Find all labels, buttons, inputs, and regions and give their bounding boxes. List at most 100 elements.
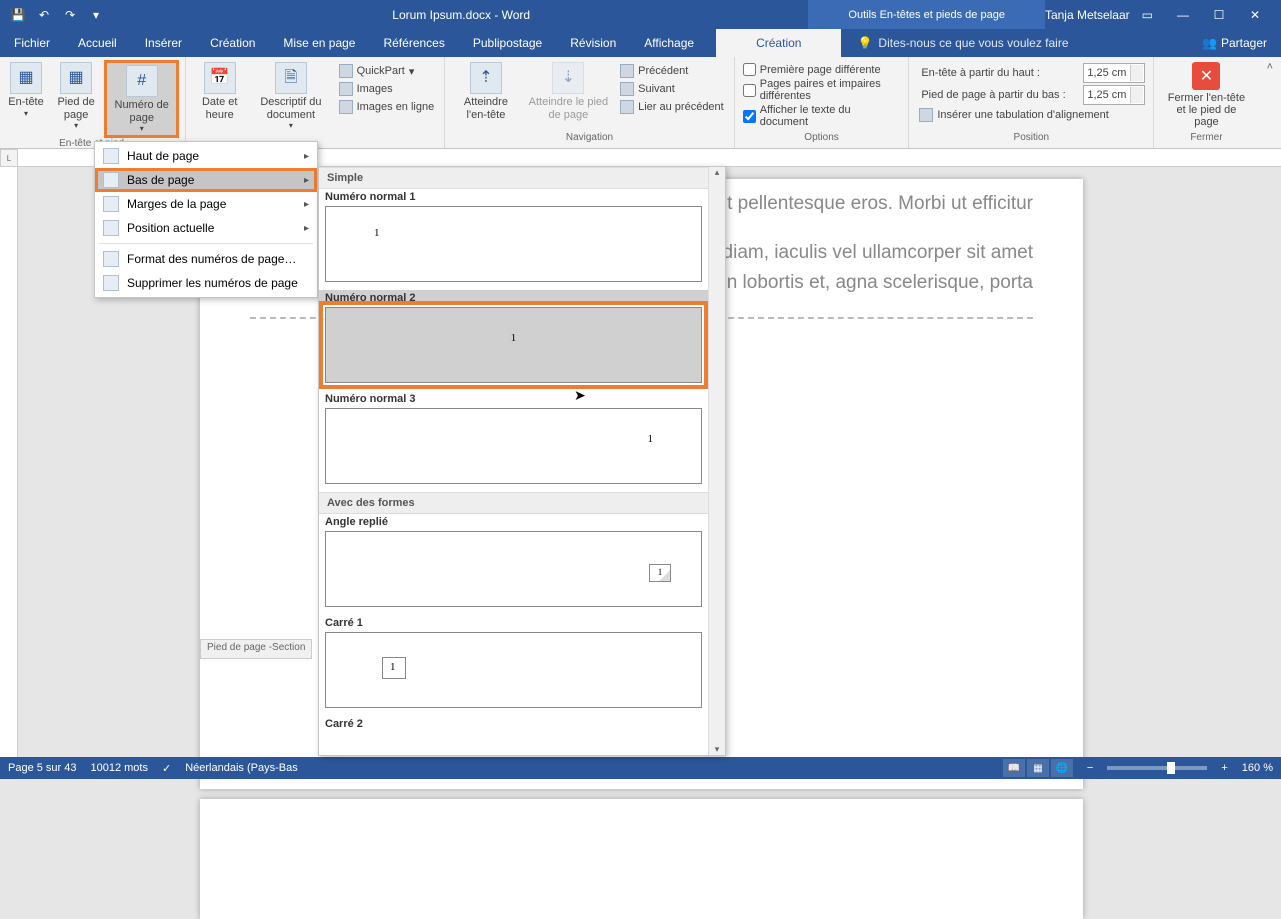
spellcheck-icon[interactable]: ✓ — [162, 762, 171, 775]
tab-context-creation[interactable]: Création — [716, 29, 841, 57]
header-from-top-label: En-tête à partir du haut : — [921, 67, 1079, 79]
calendar-icon: 📅 — [204, 62, 236, 94]
date-time-button[interactable]: 📅 Date et heure — [192, 60, 247, 123]
redo-icon[interactable]: ↷ — [58, 3, 82, 27]
diff-first-page-checkbox[interactable]: Première page différente — [741, 62, 903, 77]
titlebar: 💾 ↶ ↷ ▾ Lorum Ipsum.docx - Word Outils E… — [0, 0, 1281, 29]
gallery-item-carre2-label: Carré 2 — [319, 716, 708, 730]
goto-header-icon: ⇡ — [470, 62, 502, 94]
document-title: Lorum Ipsum.docx - Word — [114, 8, 808, 22]
tab-references[interactable]: Références — [369, 29, 458, 57]
document-page-next[interactable] — [200, 799, 1083, 919]
web-layout-icon[interactable]: 🌐 — [1051, 759, 1073, 777]
ruler-corner: L — [0, 149, 18, 167]
maximize-icon[interactable]: ☐ — [1201, 0, 1237, 29]
page-count[interactable]: Page 5 sur 43 — [8, 762, 77, 774]
minimize-icon[interactable]: — — [1165, 0, 1201, 29]
footer-button[interactable]: ▦ Pied de page▾ — [48, 60, 104, 132]
images-button[interactable]: Images — [335, 80, 439, 98]
print-layout-icon[interactable]: ▦ — [1027, 759, 1049, 777]
gallery-item-angle[interactable] — [325, 531, 702, 607]
format-numbers-label: Format des numéros de page… — [127, 252, 296, 266]
header-label: En-tête — [8, 96, 43, 109]
online-images-icon — [339, 100, 353, 114]
qat-customize-icon[interactable]: ▾ — [84, 3, 108, 27]
save-icon[interactable]: 💾 — [6, 3, 30, 27]
footer-from-bottom-spinner[interactable]: 1,25 cm — [1083, 85, 1145, 105]
next-button[interactable]: Suivant — [616, 80, 728, 98]
page-number-label: Numéro de page — [111, 99, 172, 124]
header-button[interactable]: ▦ En-tête▾ — [4, 60, 48, 120]
link-previous-label: Lier au précédent — [638, 101, 724, 113]
online-images-button[interactable]: Images en ligne — [335, 98, 439, 116]
top-of-page-label: Haut de page — [127, 149, 199, 163]
zoom-out-icon[interactable]: − — [1087, 762, 1093, 774]
close-icon[interactable]: ✕ — [1237, 0, 1273, 29]
read-mode-icon[interactable]: 📖 — [1003, 759, 1025, 777]
insert-tab-label: Insérer une tabulation d'alignement — [937, 109, 1109, 121]
footer-label: Pied de page — [52, 96, 100, 121]
tab-align-icon — [919, 108, 933, 122]
current-position-icon — [103, 220, 119, 236]
header-value: 1,25 cm — [1087, 67, 1126, 79]
gallery-item-carre1[interactable]: 1 — [325, 632, 702, 708]
zoom-in-icon[interactable]: + — [1221, 762, 1227, 774]
undo-icon[interactable]: ↶ — [32, 3, 56, 27]
gallery-scrollbar[interactable] — [708, 167, 725, 755]
zoom-slider[interactable] — [1107, 766, 1207, 770]
previous-button[interactable]: Précédent — [616, 62, 728, 80]
tab-insert[interactable]: Insérer — [131, 29, 196, 57]
menu-remove-numbers[interactable]: Supprimer les numéros de page — [95, 271, 317, 295]
next-label: Suivant — [638, 83, 675, 95]
link-previous-button[interactable]: Lier au précédent — [616, 98, 728, 116]
images-icon — [339, 82, 353, 96]
tab-home[interactable]: Accueil — [64, 29, 131, 57]
tab-mailings[interactable]: Publipostage — [459, 29, 556, 57]
preview-number: 1 — [511, 332, 517, 344]
tab-view[interactable]: Affichage — [630, 29, 708, 57]
page-margins-icon — [103, 196, 119, 212]
zoom-level[interactable]: 160 % — [1242, 762, 1273, 774]
tab-review[interactable]: Révision — [556, 29, 630, 57]
menu-top-of-page[interactable]: Haut de page — [95, 144, 317, 168]
share-button[interactable]: 👥 Partager — [1188, 29, 1281, 57]
word-count[interactable]: 10012 mots — [91, 762, 148, 774]
next-icon — [620, 82, 634, 96]
quickpart-button[interactable]: QuickPart ▾ — [335, 62, 439, 80]
menu-bottom-of-page[interactable]: Bas de page — [95, 168, 317, 192]
ribbon-display-icon[interactable]: ▭ — [1142, 8, 1153, 22]
language-status[interactable]: Néerlandais (Pays-Bas — [185, 762, 298, 774]
diff-odd-even-checkbox[interactable]: Pages paires et impaires différentes — [741, 77, 903, 103]
user-name: Tanja Metselaar — [1045, 8, 1130, 22]
gallery-item-normal2[interactable]: 1 — [325, 307, 702, 383]
collapse-ribbon-icon[interactable]: ˄ — [1267, 61, 1273, 73]
tell-me-search[interactable]: 💡 Dites-nous ce que vous voulez faire — [841, 29, 1188, 57]
insert-align-tab-button[interactable]: Insérer une tabulation d'alignement — [915, 106, 1147, 124]
link-icon — [620, 100, 634, 114]
tab-design[interactable]: Création — [196, 29, 269, 57]
show-doc-text-checkbox[interactable]: Afficher le texte du document — [741, 103, 903, 129]
gallery-item-normal3[interactable]: 1 — [325, 408, 702, 484]
preview-number: 1 — [390, 661, 396, 673]
page-number-button[interactable]: # Numéro de page▾ — [104, 60, 179, 138]
gallery-category-simple: Simple — [319, 167, 708, 189]
contextual-tools-label: Outils En-têtes et pieds de page — [808, 0, 1045, 29]
header-icon: ▦ — [10, 62, 42, 94]
doc-info-button[interactable]: 🗎 Descriptif du document▾ — [247, 60, 334, 132]
lightbulb-icon: 💡 — [857, 36, 872, 50]
close-header-footer-button[interactable]: ✕ Fermer l'en-tête et le pied de page — [1160, 60, 1252, 130]
page-number-gallery: Simple Numéro normal 1 1 Numéro normal 2… — [318, 166, 726, 756]
menu-page-margins[interactable]: Marges de la page — [95, 192, 317, 216]
goto-header-button[interactable]: ⇡ Atteindre l'en-tête — [451, 60, 520, 123]
menu-current-position[interactable]: Position actuelle — [95, 216, 317, 240]
vertical-ruler[interactable] — [0, 167, 18, 757]
tab-file[interactable]: Fichier — [0, 29, 64, 57]
menu-format-numbers[interactable]: Format des numéros de page… — [95, 247, 317, 271]
format-numbers-icon — [103, 251, 119, 267]
preview-number: 1 — [374, 227, 380, 239]
tab-layout[interactable]: Mise en page — [269, 29, 369, 57]
gallery-item-angle-label: Angle replié — [319, 514, 708, 528]
goto-footer-button[interactable]: ⇣ Atteindre le pied de page — [521, 60, 616, 123]
gallery-item-normal1[interactable]: 1 — [325, 206, 702, 282]
header-from-top-spinner[interactable]: 1,25 cm — [1083, 63, 1145, 83]
